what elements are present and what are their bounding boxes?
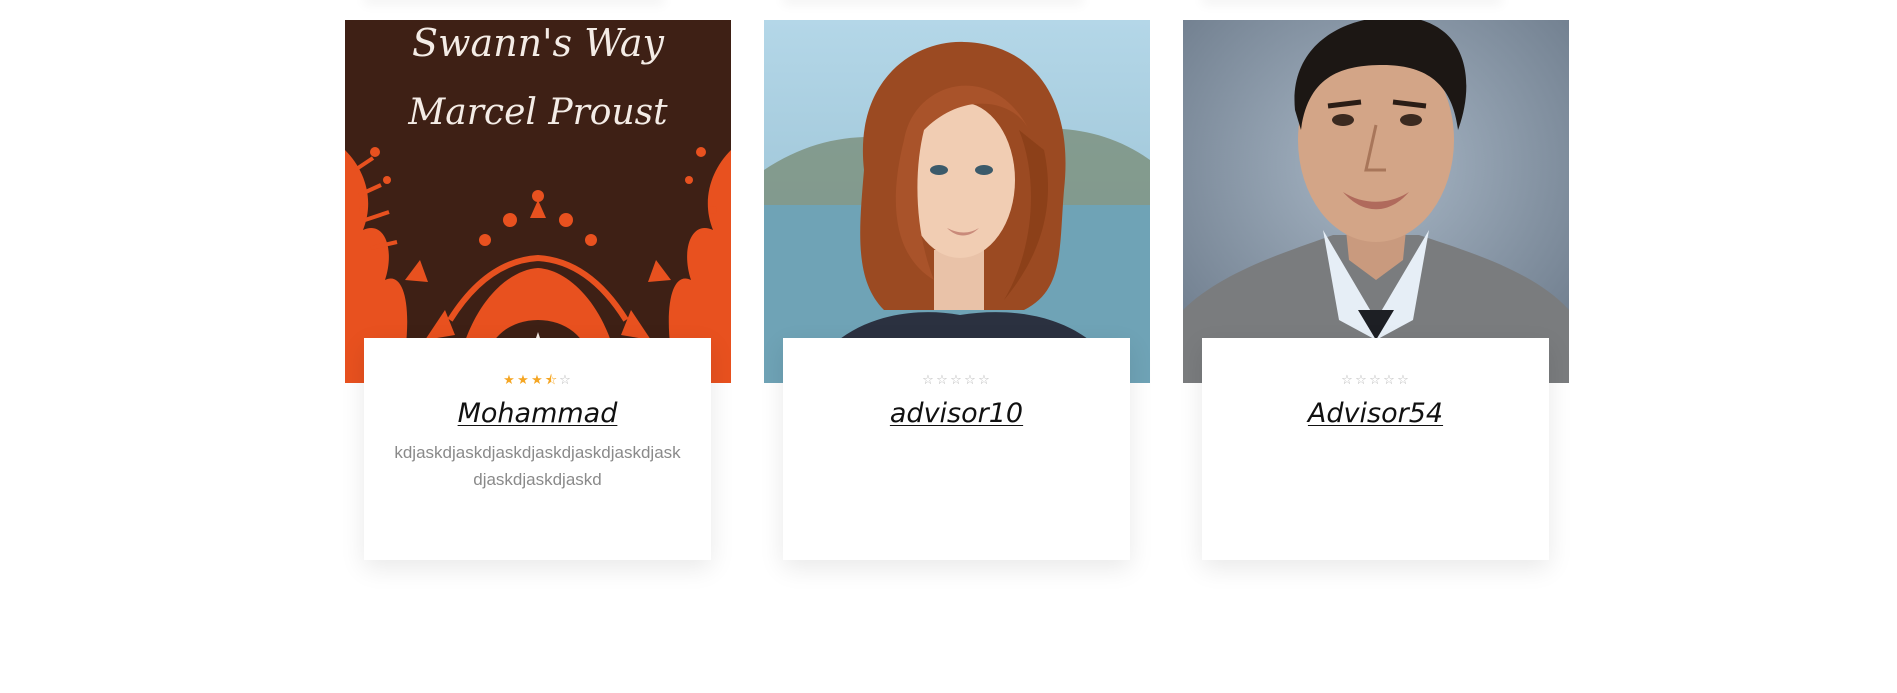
star-empty-icon: ☆ xyxy=(950,372,963,387)
book-cover-image: Swann's Way Marcel Proust xyxy=(345,20,731,383)
advisor-photo[interactable] xyxy=(1183,20,1569,383)
star-half-icon: ⯪ xyxy=(544,372,559,387)
advisor-name-link[interactable]: Advisor54 xyxy=(1308,398,1443,429)
star-empty-icon: ☆ xyxy=(1383,372,1396,387)
star-full-icon: ★ xyxy=(531,372,544,387)
advisor-name-link[interactable]: advisor10 xyxy=(890,398,1023,429)
advisor-info: ☆☆☆☆☆ Advisor54 xyxy=(1202,338,1549,560)
star-empty-icon: ☆ xyxy=(1397,372,1410,387)
advisor-card[interactable]: ☆☆☆☆☆ advisor10 xyxy=(764,20,1150,560)
star-empty-icon: ☆ xyxy=(559,372,572,387)
advisors-grid: Swann's Way Marcel Proust ★★★⯪☆ Mohammad… xyxy=(0,0,1897,693)
book-author-text: Marcel Proust xyxy=(407,92,668,133)
advisor-name-link[interactable]: Mohammad xyxy=(458,398,618,429)
rating-stars: ☆☆☆☆☆ xyxy=(783,372,1130,388)
star-empty-icon: ☆ xyxy=(1369,372,1382,387)
book-title-text: Swann's Way xyxy=(412,21,665,65)
rating-stars: ☆☆☆☆☆ xyxy=(1202,372,1549,388)
previous-row-edge xyxy=(345,0,1565,20)
advisor-photo[interactable] xyxy=(764,20,1150,383)
advisor-info: ☆☆☆☆☆ advisor10 xyxy=(783,338,1130,560)
star-full-icon: ★ xyxy=(503,372,516,387)
advisor-info: ★★★⯪☆ Mohammad kdjaskdjaskdjaskdjaskdjas… xyxy=(364,338,711,560)
star-empty-icon: ☆ xyxy=(1341,372,1354,387)
rating-stars: ★★★⯪☆ xyxy=(364,372,711,388)
star-empty-icon: ☆ xyxy=(978,372,991,387)
portrait-image xyxy=(1183,20,1569,383)
star-empty-icon: ☆ xyxy=(964,372,977,387)
advisor-bio: kdjaskdjaskdjaskdjaskdjaskdjaskdjaskdjas… xyxy=(394,443,681,489)
advisor-photo[interactable]: Swann's Way Marcel Proust xyxy=(345,20,731,383)
star-empty-icon: ☆ xyxy=(936,372,949,387)
advisor-card[interactable]: Swann's Way Marcel Proust ★★★⯪☆ Mohammad… xyxy=(345,20,731,560)
advisor-card[interactable]: ☆☆☆☆☆ Advisor54 xyxy=(1183,20,1569,560)
star-empty-icon: ☆ xyxy=(922,372,935,387)
star-full-icon: ★ xyxy=(517,372,530,387)
portrait-image xyxy=(764,20,1150,383)
star-empty-icon: ☆ xyxy=(1355,372,1368,387)
